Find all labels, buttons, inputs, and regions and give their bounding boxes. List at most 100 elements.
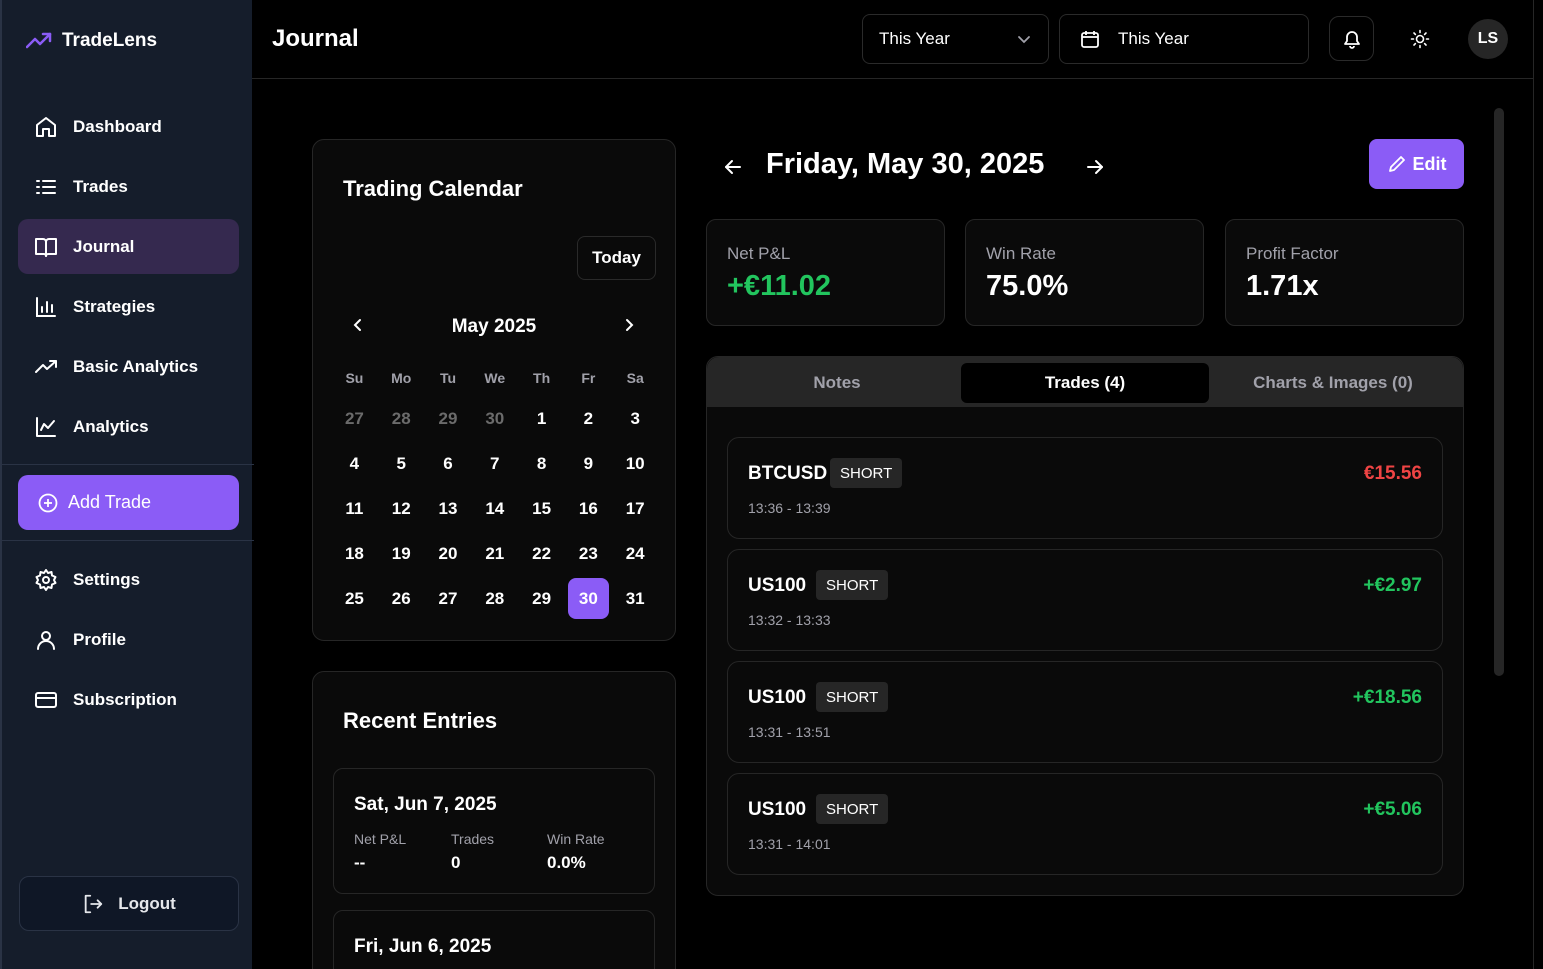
calendar-day-number: 14 [485,498,505,518]
period-select[interactable]: This Year [862,14,1049,64]
calendar-day-number: 19 [391,543,411,563]
calendar-day-number: 30 [485,408,505,428]
sidebar-item-strategies[interactable]: Strategies [18,279,239,334]
calendar-day[interactable]: 20 [425,531,472,576]
calendar-day[interactable]: 30 [471,396,518,441]
entry-trades-label: Trades [451,831,495,847]
calendar-day[interactable]: 3 [612,396,659,441]
sidebar-item-analytics[interactable]: Analytics [18,399,239,454]
profit-factor-card: Profit Factor 1.71x [1225,219,1464,326]
tab-charts-images[interactable]: Charts & Images (0) [1209,363,1457,403]
recent-entry[interactable]: Fri, Jun 6, 2025 [333,910,655,969]
calendar-day[interactable]: 25 [331,576,378,621]
calendar-day[interactable]: 6 [425,441,472,486]
calendar-day[interactable]: 7 [471,441,518,486]
calendar-day[interactable]: 24 [612,531,659,576]
trade-time: 13:31 - 13:51 [748,724,831,740]
calendar-day[interactable]: 28 [378,396,425,441]
gear-icon [34,568,58,592]
period-select-value: This Year [879,29,950,48]
calendar-day[interactable]: 19 [378,531,425,576]
tab-trades[interactable]: Trades (4) [961,363,1209,403]
trade-row[interactable]: BTCUSD SHORT 13:36 - 13:39 €15.56 [727,437,1443,539]
calendar-day[interactable]: 29 [425,396,472,441]
calendar-day[interactable]: 22 [518,531,565,576]
calendar-day[interactable]: 12 [378,486,425,531]
calendar-day-number: 6 [443,453,453,473]
entry-trades-value: 0 [451,853,461,872]
arrow-right-icon[interactable] [1084,156,1106,178]
weekday-label: Fr [581,370,596,386]
calendar-day-number: 12 [391,498,411,518]
calendar-day[interactable]: 9 [565,441,612,486]
calendar-day[interactable]: 18 [331,531,378,576]
calendar-day[interactable]: 27 [425,576,472,621]
recent-entry[interactable]: Sat, Jun 7, 2025 Net P&L -- Trades 0 Win… [333,768,655,894]
calendar-day[interactable]: 10 [612,441,659,486]
edit-button[interactable]: Edit [1369,139,1464,189]
calendar-day[interactable]: 13 [425,486,472,531]
sidebar-item-trades[interactable]: Trades [18,159,239,214]
date-range-button[interactable]: This Year [1059,14,1309,64]
today-button[interactable]: Today [577,236,656,280]
notifications-button[interactable] [1329,16,1374,61]
logout-icon [82,893,104,915]
trade-row[interactable]: US100 SHORT 13:31 - 13:51 +€18.56 [727,661,1443,763]
weekday-label: Sa [626,370,644,386]
add-trade-label: Add Trade [68,492,152,512]
calendar-icon [1080,29,1100,49]
chevron-right-icon[interactable] [620,316,638,334]
calendar-day[interactable]: 31 [612,576,659,621]
calendar-day[interactable]: 1 [518,396,565,441]
calendar-day[interactable]: 15 [518,486,565,531]
brand[interactable]: TradeLens [26,30,157,52]
calendar-day[interactable]: 16 [565,486,612,531]
day-detail-panel: Notes Trades (4) Charts & Images (0) BTC… [706,356,1464,896]
calendar-day[interactable]: 11 [331,486,378,531]
calendar-day[interactable]: 27 [331,396,378,441]
calendar-grid: Su Mo Tu We Th Fr Sa 27 28 29 30 1 2 3 4 5 6 7 8 9 10 11 12 13 1… [331,370,659,621]
calendar-title: Trading Calendar [343,176,523,201]
entry-date: Fri, Jun 6, 2025 [354,936,492,957]
calendar-day[interactable]: 23 [565,531,612,576]
calendar-day-number: 26 [391,588,411,608]
scrollbar-thumb[interactable] [1494,108,1504,676]
logout-button[interactable]: Logout [19,876,239,931]
recent-entries-title: Recent Entries [343,708,498,733]
calendar-day[interactable]: 4 [331,441,378,486]
calendar-day[interactable]: 17 [612,486,659,531]
calendar-day[interactable]: 21 [471,531,518,576]
calendar-day[interactable]: 14 [471,486,518,531]
theme-toggle-button[interactable] [1397,16,1442,61]
sidebar-item-dashboard[interactable]: Dashboard [18,99,239,154]
sidebar-item-basic-analytics[interactable]: Basic Analytics [18,339,239,394]
sidebar-item-subscription[interactable]: Subscription [18,672,239,727]
avatar[interactable]: LS [1468,19,1508,59]
net-pnl-card: Net P&L +€11.02 [706,219,945,326]
top-bar: Journal This Year This Year LS [252,0,1533,79]
calendar-day-number: 15 [532,498,552,518]
calendar-day-selected[interactable]: 30 [565,576,612,621]
calendar-day-number: 5 [396,453,406,473]
calendar-day-number: 27 [344,408,364,428]
day-header: Friday, May 30, 2025 [720,148,1480,188]
tab-notes[interactable]: Notes [713,363,961,403]
sidebar-item-journal[interactable]: Journal [18,219,239,274]
calendar-day[interactable]: 28 [471,576,518,621]
calendar-day[interactable]: 29 [518,576,565,621]
line-chart-icon [34,415,58,439]
calendar-day[interactable]: 26 [378,576,425,621]
calendar-day[interactable]: 8 [518,441,565,486]
trade-row[interactable]: US100 SHORT 13:31 - 14:01 +€5.06 [727,773,1443,875]
list-icon [34,175,58,199]
add-trade-button[interactable]: Add Trade [18,475,239,530]
calendar-day-number: 18 [344,543,364,563]
calendar-day[interactable]: 2 [565,396,612,441]
sidebar-item-label: Trades [73,176,128,196]
sidebar-item-profile[interactable]: Profile [18,612,239,667]
arrow-left-icon[interactable] [722,156,744,178]
trade-side-badge: SHORT [816,570,889,600]
trade-row[interactable]: US100 SHORT 13:32 - 13:33 +€2.97 [727,549,1443,651]
calendar-day[interactable]: 5 [378,441,425,486]
sidebar-item-settings[interactable]: Settings [18,552,239,607]
